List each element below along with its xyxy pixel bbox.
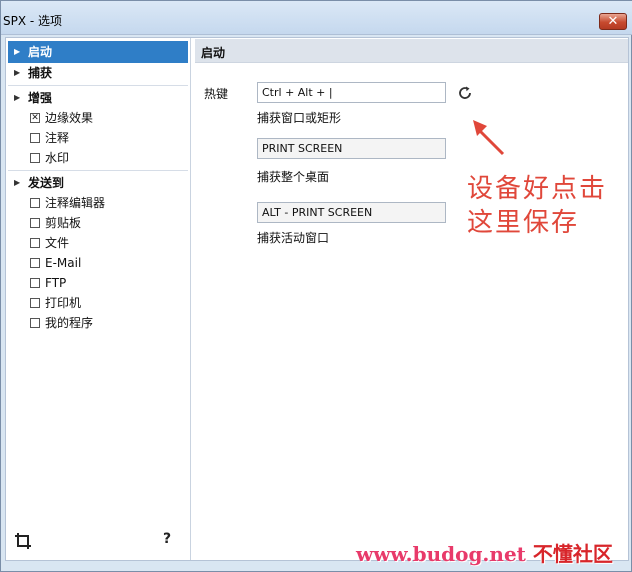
- checkbox[interactable]: [30, 298, 40, 308]
- tree-item-label: 注释: [45, 131, 70, 145]
- tree-item-watermark[interactable]: 水印: [8, 148, 188, 168]
- annotation-text: 设备好点击 这里保存: [467, 172, 607, 240]
- refresh-icon[interactable]: [457, 85, 473, 101]
- tree-item-label: E-Mail: [45, 256, 82, 270]
- tree-item-printer[interactable]: 打印机: [8, 293, 188, 313]
- tree-item-label: 剪贴板: [45, 216, 82, 230]
- annotation-arrow-icon: [473, 120, 505, 156]
- expand-arrow-icon[interactable]: ▶: [14, 41, 20, 63]
- tree-item-enhance[interactable]: ▶ 增强: [8, 88, 188, 108]
- tree-item-label: 边缘效果: [45, 111, 94, 125]
- checkbox[interactable]: [30, 198, 40, 208]
- tree-item-email[interactable]: E-Mail: [8, 253, 188, 273]
- title-bar[interactable]: SPX - 选项 ✕: [1, 1, 632, 35]
- checkbox[interactable]: [30, 133, 40, 143]
- tree-item-label: 增强: [28, 91, 53, 105]
- checkbox[interactable]: [30, 278, 40, 288]
- tree-item-label: 水印: [45, 151, 70, 165]
- watermark-url: www.budog.net: [356, 542, 526, 566]
- tree-item-label: 启动: [28, 45, 53, 59]
- window-title: SPX - 选项: [3, 14, 63, 28]
- expand-arrow-icon[interactable]: ▶: [14, 63, 20, 83]
- tree-item-label: 注释编辑器: [45, 196, 106, 210]
- checkbox[interactable]: [30, 318, 40, 328]
- watermark-brand: 不懂社区: [532, 542, 613, 566]
- tree-item-startup[interactable]: ▶ 启动: [8, 41, 188, 63]
- tree-item-annotation-editor[interactable]: 注释编辑器: [8, 193, 188, 213]
- tree-item-label: 打印机: [45, 296, 82, 310]
- checkbox[interactable]: [30, 218, 40, 228]
- tree-item-label: 捕获: [28, 66, 53, 80]
- hotkey-desktop-caption: 捕获整个桌面: [257, 170, 330, 184]
- checkbox[interactable]: [30, 238, 40, 248]
- checkbox[interactable]: [30, 153, 40, 163]
- expand-arrow-icon[interactable]: ▶: [14, 173, 20, 193]
- tree-item-clipboard[interactable]: 剪贴板: [8, 213, 188, 233]
- annotation-line-1: 设备好点击: [467, 174, 608, 204]
- sidebar: ▶ 启动 ▶ 捕获 ▶ 增强 ✕ 边缘效果 注释 水印 ▶ 发送到 注释编辑器 …: [6, 38, 191, 560]
- crop-icon[interactable]: [14, 532, 32, 550]
- hotkey-window-field[interactable]: Ctrl + Alt + |: [257, 82, 446, 103]
- tree-item-annotation[interactable]: 注释: [8, 128, 188, 148]
- client-area: ▶ 启动 ▶ 捕获 ▶ 增强 ✕ 边缘效果 注释 水印 ▶ 发送到 注释编辑器 …: [5, 37, 629, 561]
- annotation-line-2: 这里保存: [467, 208, 580, 238]
- content-header: 启动: [195, 39, 628, 63]
- hotkey-window-caption: 捕获窗口或矩形: [257, 111, 342, 125]
- expand-arrow-icon[interactable]: ▶: [14, 88, 20, 108]
- divider: [8, 170, 188, 171]
- close-button[interactable]: ✕: [599, 13, 627, 30]
- checkbox[interactable]: [30, 258, 40, 268]
- checkbox-checked[interactable]: ✕: [30, 113, 40, 123]
- page-title: 启动: [201, 46, 226, 60]
- watermark: www.budog.net 不懂社区: [356, 538, 613, 567]
- tree-item-label: FTP: [45, 276, 67, 290]
- options-tree: ▶ 启动 ▶ 捕获 ▶ 增强 ✕ 边缘效果 注释 水印 ▶ 发送到 注释编辑器 …: [8, 41, 188, 333]
- divider: [8, 85, 188, 86]
- tree-item-send-to[interactable]: ▶ 发送到: [8, 173, 188, 193]
- tree-item-label: 发送到: [28, 176, 65, 190]
- tree-item-file[interactable]: 文件: [8, 233, 188, 253]
- tree-item-my-program[interactable]: 我的程序: [8, 313, 188, 333]
- hotkey-label: 热键: [204, 87, 229, 101]
- options-window: SPX - 选项 ✕ ▶ 启动 ▶ 捕获 ▶ 增强 ✕ 边缘效果 注释 水印 ▶…: [0, 0, 632, 572]
- hotkey-active-window-caption: 捕获活动窗口: [257, 231, 330, 245]
- tree-item-edge-effect[interactable]: ✕ 边缘效果: [8, 108, 188, 128]
- tree-item-label: 我的程序: [45, 316, 94, 330]
- tree-item-ftp[interactable]: FTP: [8, 273, 188, 293]
- hotkey-active-window-field[interactable]: ALT - PRINT SCREEN: [257, 202, 446, 223]
- tree-item-label: 文件: [45, 236, 70, 250]
- help-icon[interactable]: ?: [163, 531, 171, 547]
- hotkey-desktop-field[interactable]: PRINT SCREEN: [257, 138, 446, 159]
- content-panel: 启动 热键 Ctrl + Alt + | 捕获窗口或矩形 PRINT SCREE…: [195, 38, 628, 560]
- tree-item-capture[interactable]: ▶ 捕获: [8, 63, 188, 83]
